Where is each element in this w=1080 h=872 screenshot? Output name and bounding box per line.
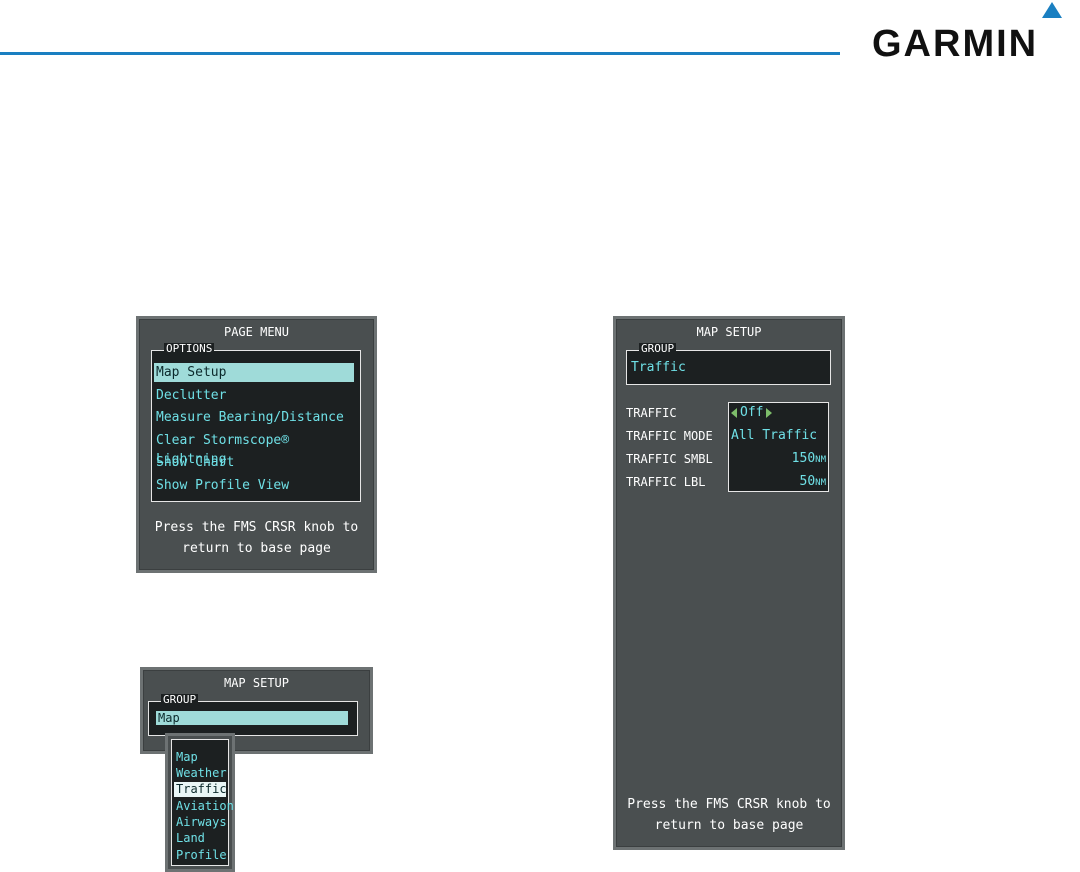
group-box-traffic: GROUP Traffic — [626, 343, 831, 385]
dropdown-option-profile[interactable]: Profile — [174, 848, 227, 863]
map-setup-traffic-window: MAP SETUP GROUP Traffic TRAFFIC TRAFFIC … — [613, 316, 845, 850]
traffic-lbl-label: TRAFFIC LBL — [626, 475, 706, 489]
logo-text: GARMIN — [872, 23, 1039, 65]
traffic-lbl-unit: NM — [815, 478, 826, 488]
group-dropdown-list: Map Weather Traffic Aviation Airways Lan… — [171, 739, 234, 866]
traffic-smbl-unit: NM — [815, 455, 826, 465]
header-rule — [0, 52, 840, 55]
dropdown-option-airways[interactable]: Airways — [174, 815, 227, 830]
garmin-logo: GARMIN — [872, 2, 1072, 65]
options-label: OPTIONS — [164, 342, 215, 355]
traffic-smbl-value[interactable]: 150NM — [792, 449, 826, 470]
menu-item-show-chart[interactable]: Show Chart — [154, 453, 354, 472]
dropdown-option-aviation[interactable]: Aviation — [174, 799, 234, 814]
page-menu-title: PAGE MENU — [223, 325, 290, 339]
traffic-lbl-value[interactable]: 50NM — [800, 472, 827, 493]
right-arrow-icon — [766, 407, 773, 418]
traffic-toggle[interactable]: Off — [731, 403, 773, 423]
traffic-values-box: Off All Traffic 150NM 50NM — [728, 402, 829, 492]
group-select-traffic[interactable]: Traffic — [631, 360, 686, 376]
page-menu-window: PAGE MENU OPTIONS Map Setup Declutter Me… — [136, 316, 377, 573]
traffic-value: Off — [740, 405, 764, 420]
logo-triangle-icon — [1042, 2, 1062, 18]
traffic-lbl-number: 50 — [799, 474, 816, 489]
dropdown-option-land[interactable]: Land — [174, 831, 226, 846]
traffic-footer-line2: return to base page — [654, 818, 804, 833]
group-label-small: GROUP — [161, 693, 199, 706]
page-menu-footer-line1: Press the FMS CRSR knob to — [154, 520, 359, 535]
group-select-small[interactable]: Map — [156, 711, 348, 725]
traffic-mode-value[interactable]: All Traffic — [731, 426, 817, 446]
traffic-smbl-number: 150 — [791, 451, 816, 466]
left-arrow-icon — [731, 407, 737, 418]
menu-item-map-setup[interactable]: Map Setup — [154, 363, 354, 382]
dropdown-option-map[interactable]: Map — [174, 750, 226, 765]
group-box-small: GROUP Map — [148, 694, 358, 736]
group-dropdown: Map Weather Traffic Aviation Airways Lan… — [165, 733, 235, 872]
map-setup-small-title: MAP SETUP — [223, 676, 290, 690]
dropdown-option-traffic[interactable]: Traffic — [174, 782, 227, 797]
menu-item-declutter[interactable]: Declutter — [154, 386, 354, 405]
traffic-mode-label: TRAFFIC MODE — [626, 429, 713, 443]
dropdown-option-weather[interactable]: Weather — [174, 766, 227, 781]
traffic-smbl-label: TRAFFIC SMBL — [626, 452, 713, 466]
group-label-traffic: GROUP — [639, 342, 677, 355]
menu-item-measure-bearing-distance[interactable]: Measure Bearing/Distance — [154, 408, 354, 427]
options-box: OPTIONS Map Setup Declutter Measure Bear… — [151, 343, 361, 502]
menu-item-show-profile-view[interactable]: Show Profile View — [154, 476, 354, 495]
traffic-label: TRAFFIC — [626, 406, 677, 420]
traffic-footer-line1: Press the FMS CRSR knob to — [627, 797, 831, 812]
page-menu-footer-line2: return to base page — [182, 541, 331, 556]
map-setup-traffic-title: MAP SETUP — [696, 325, 762, 339]
menu-item-clear-stormscope-lightning[interactable]: Clear Stormscope® Lightning — [154, 431, 354, 467]
